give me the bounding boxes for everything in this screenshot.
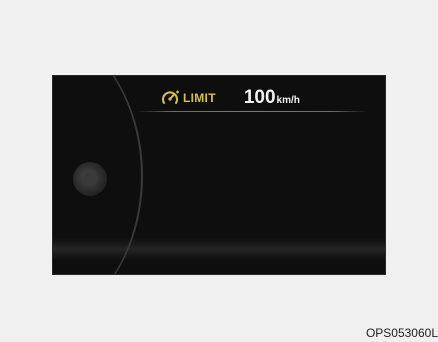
speed-limit-value: 100 xyxy=(243,87,276,108)
gauge-knob-icon xyxy=(73,162,107,196)
gauge-knob-center xyxy=(83,172,97,186)
image-code: OPS053060L xyxy=(365,326,438,340)
limit-label: LIMIT xyxy=(183,91,216,105)
cluster-display: LIMIT 100 km/h xyxy=(52,75,386,275)
divider-line xyxy=(137,111,367,112)
page: LIMIT 100 km/h OPS053060L xyxy=(0,0,438,342)
bottom-band xyxy=(53,238,385,260)
speed-limit-row: LIMIT 100 km/h xyxy=(161,86,361,110)
speed-unit: km/h xyxy=(276,94,300,106)
speed-limiter-gauge-icon xyxy=(161,89,181,107)
